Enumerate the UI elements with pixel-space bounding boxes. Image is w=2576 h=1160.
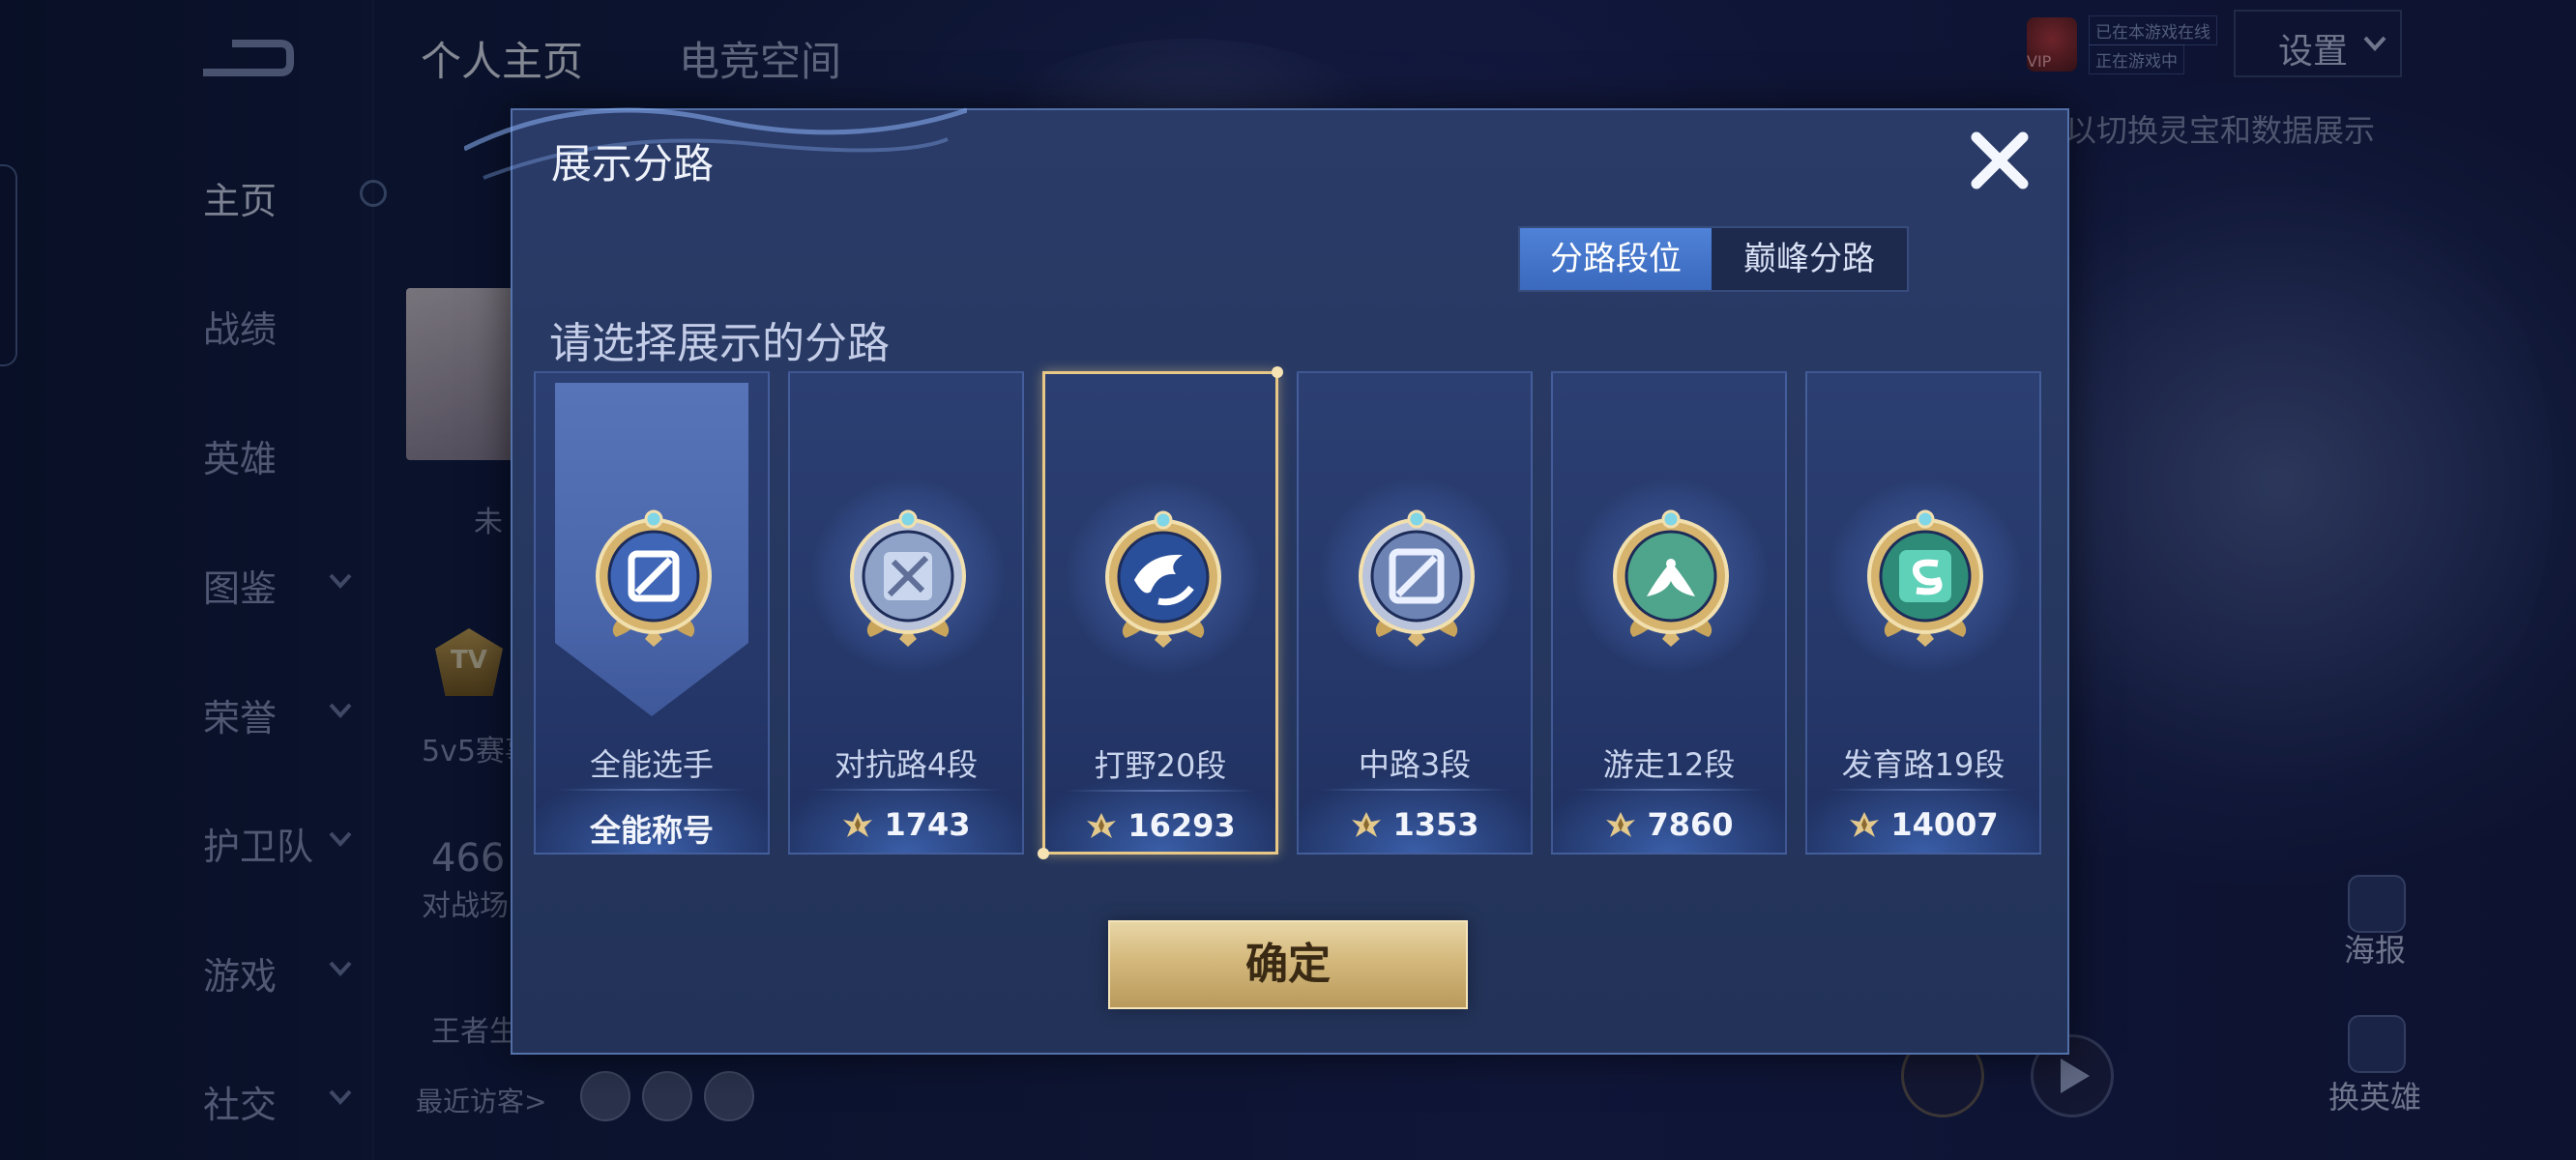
card-divider	[555, 789, 748, 791]
lane-value: 14007	[1890, 806, 1999, 843]
all-round-emblem-icon	[596, 509, 712, 647]
lane-value-row: 1353	[1299, 806, 1531, 843]
lane-card[interactable]: 打野20段 16293	[1038, 366, 1283, 859]
lane-name: 游走12段	[1602, 746, 1736, 783]
card-divider	[1572, 789, 1766, 791]
lane-value: 16293	[1127, 807, 1236, 844]
lane-name: 对抗路4段	[834, 746, 979, 783]
selection-corner-dot	[1272, 366, 1283, 378]
tab-peak-lane[interactable]: 巅峰分路	[1713, 228, 1905, 290]
lane-type-toggle: 分路段位 巅峰分路	[1518, 226, 1909, 292]
jungle-emblem-icon	[1105, 510, 1221, 648]
card-divider	[809, 789, 1003, 791]
lane-name: 打野20段	[1094, 747, 1227, 784]
card-divider	[1065, 790, 1256, 792]
lane-value-row: 14007	[1807, 806, 2039, 843]
farm-lane-emblem-icon	[1867, 509, 1983, 647]
card-divider	[1827, 789, 2020, 791]
close-icon[interactable]	[1965, 126, 2034, 195]
power-points-icon	[1850, 812, 1880, 837]
select-lane-prompt: 请选择展示的分路	[549, 319, 890, 368]
lane-value-row: 1743	[790, 806, 1022, 843]
dialog-title: 展示分路	[551, 140, 715, 188]
confirm-button[interactable]: 确定	[1108, 920, 1468, 1009]
tab-lane-rank[interactable]: 分路段位	[1520, 228, 1712, 290]
decorative-swirl	[464, 107, 967, 180]
lane-value: 7860	[1647, 806, 1734, 843]
lane-value: 1353	[1392, 806, 1479, 843]
lane-value-row: 16293	[1045, 807, 1275, 844]
power-points-icon	[1606, 812, 1636, 837]
lane-display-dialog: 展示分路 分路段位 巅峰分路 请选择展示的分路 全能选手 全能称号 对抗路4段 174…	[464, 107, 2069, 1055]
card-divider	[1318, 789, 1511, 791]
lane-name: 全能选手	[589, 746, 714, 783]
power-points-icon	[843, 812, 873, 837]
lane-name: 中路3段	[1358, 746, 1472, 783]
lane-card[interactable]: 对抗路4段 1743	[788, 371, 1024, 855]
lane-value: 全能称号	[589, 812, 714, 849]
lane-value: 1743	[884, 806, 971, 843]
roam-emblem-icon	[1613, 509, 1729, 647]
mid-lane-emblem-icon	[1359, 509, 1475, 647]
selection-corner-dot	[1038, 848, 1049, 859]
lane-card[interactable]: 游走12段 7860	[1551, 371, 1787, 855]
lane-card[interactable]: 发育路19段 14007	[1805, 371, 2041, 855]
clash-lane-emblem-icon	[850, 509, 966, 647]
lane-card[interactable]: 全能选手 全能称号	[534, 371, 770, 855]
lane-value-row: 全能称号	[536, 806, 768, 851]
power-points-icon	[1352, 812, 1382, 837]
lane-name: 发育路19段	[1841, 746, 2005, 783]
lane-value-row: 7860	[1553, 806, 1785, 843]
lane-card[interactable]: 中路3段 1353	[1297, 371, 1533, 855]
power-points-icon	[1087, 813, 1117, 838]
